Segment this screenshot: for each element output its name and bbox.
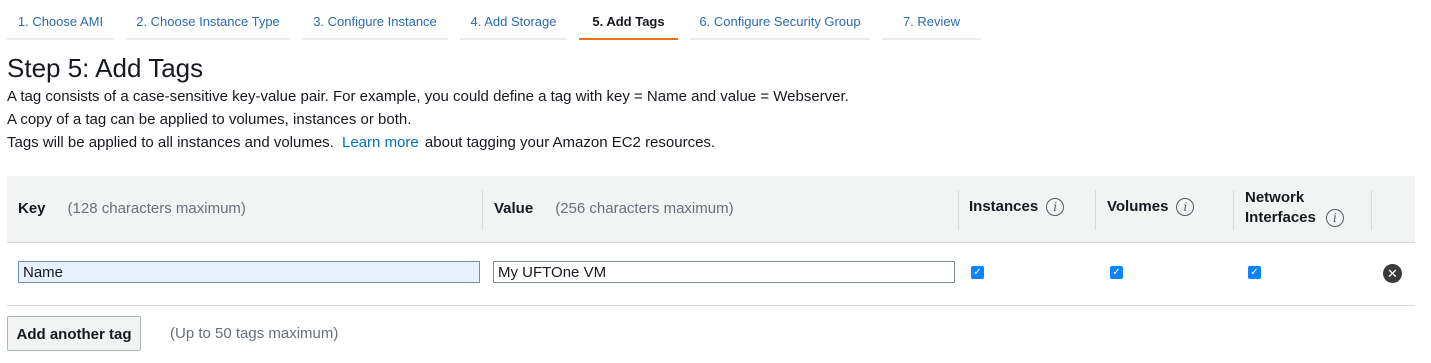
step-add-storage[interactable]: 4. Add Storage — [460, 6, 567, 40]
table-row: ✓ ✓ ✓ ✕ — [7, 243, 1415, 306]
wizard-steps: 1. Choose AMI 2. Choose Instance Type 3.… — [0, 0, 1431, 40]
header-key-hint: (128 characters maximum) — [67, 200, 246, 217]
header-volumes-label: Volumes — [1107, 198, 1169, 215]
info-icon[interactable]: i — [1176, 198, 1195, 217]
description-line-3: Tags will be applied to all instances an… — [7, 134, 715, 151]
header-value-label: Value — [494, 200, 534, 217]
column-divider — [1095, 190, 1096, 230]
header-network-label-line2: Interfaces i — [1245, 208, 1344, 228]
column-divider — [1233, 190, 1234, 230]
header-network-interfaces: Network Interfaces i — [1245, 188, 1344, 228]
step-review[interactable]: 7. Review — [882, 6, 981, 40]
network-interfaces-checkbox[interactable]: ✓ — [1248, 266, 1261, 279]
step-add-tags[interactable]: 5. Add Tags — [579, 6, 678, 40]
header-value: Value (256 characters maximum) — [494, 200, 734, 217]
description-line-3-tail: about tagging your Amazon EC2 resources. — [424, 134, 716, 151]
header-volumes: Volumes i — [1107, 198, 1195, 217]
description-line-3-text: Tags will be applied to all instances an… — [7, 134, 334, 151]
instances-checkbox[interactable]: ✓ — [971, 266, 984, 279]
description-line-2: A copy of a tag can be applied to volume… — [7, 111, 412, 128]
header-value-hint: (256 characters maximum) — [555, 200, 734, 217]
header-instances-label: Instances — [969, 198, 1039, 215]
tag-limit-note: (Up to 50 tags maximum) — [170, 325, 339, 342]
description-line-1: A tag consists of a case-sensitive key-v… — [7, 88, 849, 105]
step-configure-instance[interactable]: 3. Configure Instance — [302, 6, 448, 40]
info-icon[interactable]: i — [1046, 198, 1065, 217]
header-network-label-line1: Network — [1245, 189, 1305, 206]
add-another-tag-button[interactable]: Add another tag — [7, 316, 141, 351]
header-key: Key (128 characters maximum) — [18, 200, 246, 217]
step-configure-security-group[interactable]: 6. Configure Security Group — [690, 6, 870, 40]
header-key-label: Key — [18, 200, 46, 217]
volumes-checkbox[interactable]: ✓ — [1110, 266, 1123, 279]
tags-table-header: Key (128 characters maximum) Value (256 ch… — [7, 176, 1415, 243]
column-divider — [1371, 190, 1372, 230]
step-choose-ami[interactable]: 1. Choose AMI — [7, 6, 114, 40]
learn-more-link[interactable]: Learn more — [342, 134, 419, 151]
step-choose-instance-type[interactable]: 2. Choose Instance Type — [126, 6, 290, 40]
header-instances: Instances i — [969, 198, 1065, 217]
page-title: Step 5: Add Tags — [7, 53, 204, 83]
column-divider — [958, 190, 959, 230]
remove-tag-icon[interactable]: ✕ — [1383, 264, 1402, 283]
info-icon[interactable]: i — [1325, 209, 1344, 228]
tag-key-input[interactable] — [18, 261, 480, 283]
column-divider — [482, 190, 483, 230]
tag-value-input[interactable] — [493, 261, 955, 283]
